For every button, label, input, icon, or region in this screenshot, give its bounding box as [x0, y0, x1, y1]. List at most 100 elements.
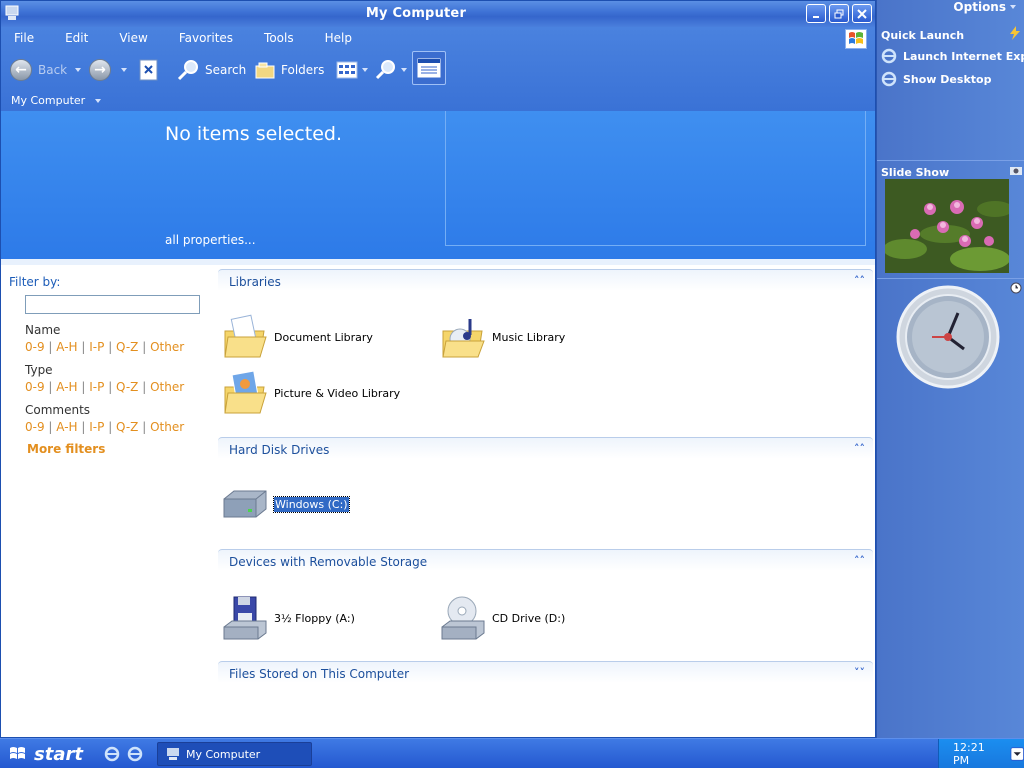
views-button[interactable]	[336, 55, 368, 85]
close-button[interactable]	[852, 4, 872, 23]
collapse-icon[interactable]: ˄˄	[854, 442, 865, 455]
lightning-icon	[1010, 26, 1020, 40]
music-library-item[interactable]: Music Library	[440, 313, 565, 361]
filter-input[interactable]	[25, 295, 200, 314]
section-header[interactable]: Libraries ˄˄	[218, 269, 873, 291]
windows-c-drive-item[interactable]: Windows (C:)	[222, 489, 350, 519]
slideshow-image[interactable]	[885, 179, 1009, 273]
delete-icon	[139, 59, 158, 81]
title-bar[interactable]: My Computer	[1, 1, 875, 27]
menu-edit[interactable]: Edit	[65, 31, 88, 47]
folders-button[interactable]: Folders	[255, 55, 324, 85]
filter-link[interactable]: I-P	[89, 340, 104, 354]
address-breadcrumb[interactable]: My Computer	[11, 94, 102, 107]
filter-pane: Filter by: Name 0-9 | A-H | I-P | Q-Z | …	[9, 275, 204, 456]
selection-status: No items selected.	[165, 123, 342, 145]
filter-link[interactable]: 0-9	[25, 340, 45, 354]
document-library-item[interactable]: Document Library	[222, 313, 373, 361]
show-desktop-link[interactable]: Show Desktop	[881, 71, 991, 87]
picture-video-library-item[interactable]: Picture & Video Library	[222, 369, 400, 417]
hard-drive-icon	[223, 490, 267, 518]
more-filters-link[interactable]: More filters	[27, 442, 204, 456]
libraries-section: Libraries ˄˄ Document Library Music Libr…	[218, 269, 873, 429]
start-button[interactable]: start	[0, 739, 86, 768]
filter-link[interactable]: 0-9	[25, 420, 45, 434]
taskbar-button-my-computer[interactable]: My Computer	[157, 742, 312, 766]
tray-expand-icon[interactable]	[1009, 746, 1024, 762]
options-label: Options	[953, 0, 1006, 14]
filter-link[interactable]: A-H	[56, 380, 77, 394]
window-title: My Computer	[365, 6, 467, 21]
item-label: Music Library	[492, 330, 566, 344]
menu-bar: File Edit View Favorites Tools Help	[7, 31, 376, 47]
menu-help[interactable]: Help	[325, 31, 352, 47]
filter-group-type: Type 0-9 | A-H | I-P | Q-Z | Other	[25, 363, 204, 394]
details-view-button[interactable]	[412, 51, 446, 85]
all-properties-link[interactable]: all properties...	[165, 233, 256, 247]
folders-label: Folders	[281, 63, 325, 77]
filter-link[interactable]: 0-9	[25, 380, 45, 394]
menu-file[interactable]: File	[14, 31, 34, 47]
filter-label: Filter by:	[9, 275, 61, 289]
filter-group-title: Name	[25, 323, 61, 337]
windows-logo-icon	[845, 29, 867, 49]
slideshow-title: Slide Show	[881, 166, 950, 179]
link-label: Launch Internet Explorer	[903, 49, 1024, 63]
link-label: Show Desktop	[903, 72, 992, 86]
collapse-icon[interactable]: ˄˄	[854, 554, 865, 567]
filter-link[interactable]: Q-Z	[116, 420, 138, 434]
floppy-drive-item[interactable]: 3½ Floppy (A:)	[222, 595, 355, 641]
system-tray: 12:21 PM	[938, 739, 1024, 768]
search-label: Search	[205, 63, 247, 77]
menu-favorites[interactable]: Favorites	[179, 31, 233, 47]
cd-drive-icon	[441, 596, 485, 640]
minimize-button[interactable]	[806, 4, 826, 23]
item-label: CD Drive (D:)	[492, 611, 566, 625]
details-pane: No items selected. all properties...	[1, 111, 875, 261]
filter-link[interactable]: Other	[150, 420, 184, 434]
section-title: Libraries	[229, 275, 281, 289]
divider	[1, 259, 875, 265]
chevron-down-icon	[401, 68, 407, 72]
filter-link[interactable]: Other	[150, 340, 184, 354]
zoom-button[interactable]	[375, 55, 407, 85]
cd-drive-item[interactable]: CD Drive (D:)	[440, 595, 565, 641]
expand-icon[interactable]: ˅˅	[854, 666, 865, 679]
back-button[interactable]: ← Back	[10, 55, 82, 85]
options-button[interactable]: Options	[953, 0, 1016, 14]
filter-links: 0-9 | A-H | I-P | Q-Z | Other	[25, 380, 185, 394]
filter-link[interactable]: Other	[150, 380, 184, 394]
item-label: Picture & Video Library	[274, 386, 401, 400]
filter-link[interactable]: A-H	[56, 420, 77, 434]
filter-link[interactable]: Q-Z	[116, 340, 138, 354]
collapse-icon[interactable]: ˄˄	[854, 274, 865, 287]
section-header[interactable]: Hard Disk Drives ˄˄	[218, 437, 873, 459]
section-header[interactable]: Files Stored on This Computer ˅˅	[218, 661, 873, 683]
filter-link[interactable]: A-H	[56, 340, 77, 354]
menu-view[interactable]: View	[119, 31, 147, 47]
search-button[interactable]: Search	[177, 55, 246, 85]
internet-explorer-icon[interactable]	[104, 746, 120, 762]
delete-button[interactable]	[139, 55, 159, 85]
filter-group-name: Name 0-9 | A-H | I-P | Q-Z | Other	[25, 323, 204, 354]
filter-link[interactable]: I-P	[89, 380, 104, 394]
filter-group-title: Comments	[25, 403, 91, 417]
files-stored-section: Files Stored on This Computer ˅˅	[218, 661, 873, 691]
start-label: start	[34, 743, 83, 765]
menu-tools[interactable]: Tools	[264, 31, 294, 47]
filter-group-title: Type	[25, 363, 53, 377]
document-folder-icon	[224, 314, 267, 358]
launch-ie-link[interactable]: Launch Internet Explorer	[881, 48, 1024, 64]
hard-disk-section: Hard Disk Drives ˄˄ Windows (C:)	[218, 437, 873, 547]
show-desktop-icon[interactable]	[127, 746, 143, 762]
address-label: My Computer	[11, 94, 86, 107]
section-header[interactable]: Devices with Removable Storage ˄˄	[218, 549, 873, 571]
forward-button[interactable]: →	[89, 55, 127, 85]
restore-button[interactable]	[829, 4, 849, 23]
filter-link[interactable]: I-P	[89, 420, 104, 434]
explorer-window: My Computer File Edit View Favorites Too…	[0, 0, 876, 738]
item-label: Windows (C:)	[273, 495, 350, 513]
filter-link[interactable]: Q-Z	[116, 380, 138, 394]
analog-clock	[896, 285, 1000, 389]
clock[interactable]: 12:21 PM	[953, 741, 1000, 767]
